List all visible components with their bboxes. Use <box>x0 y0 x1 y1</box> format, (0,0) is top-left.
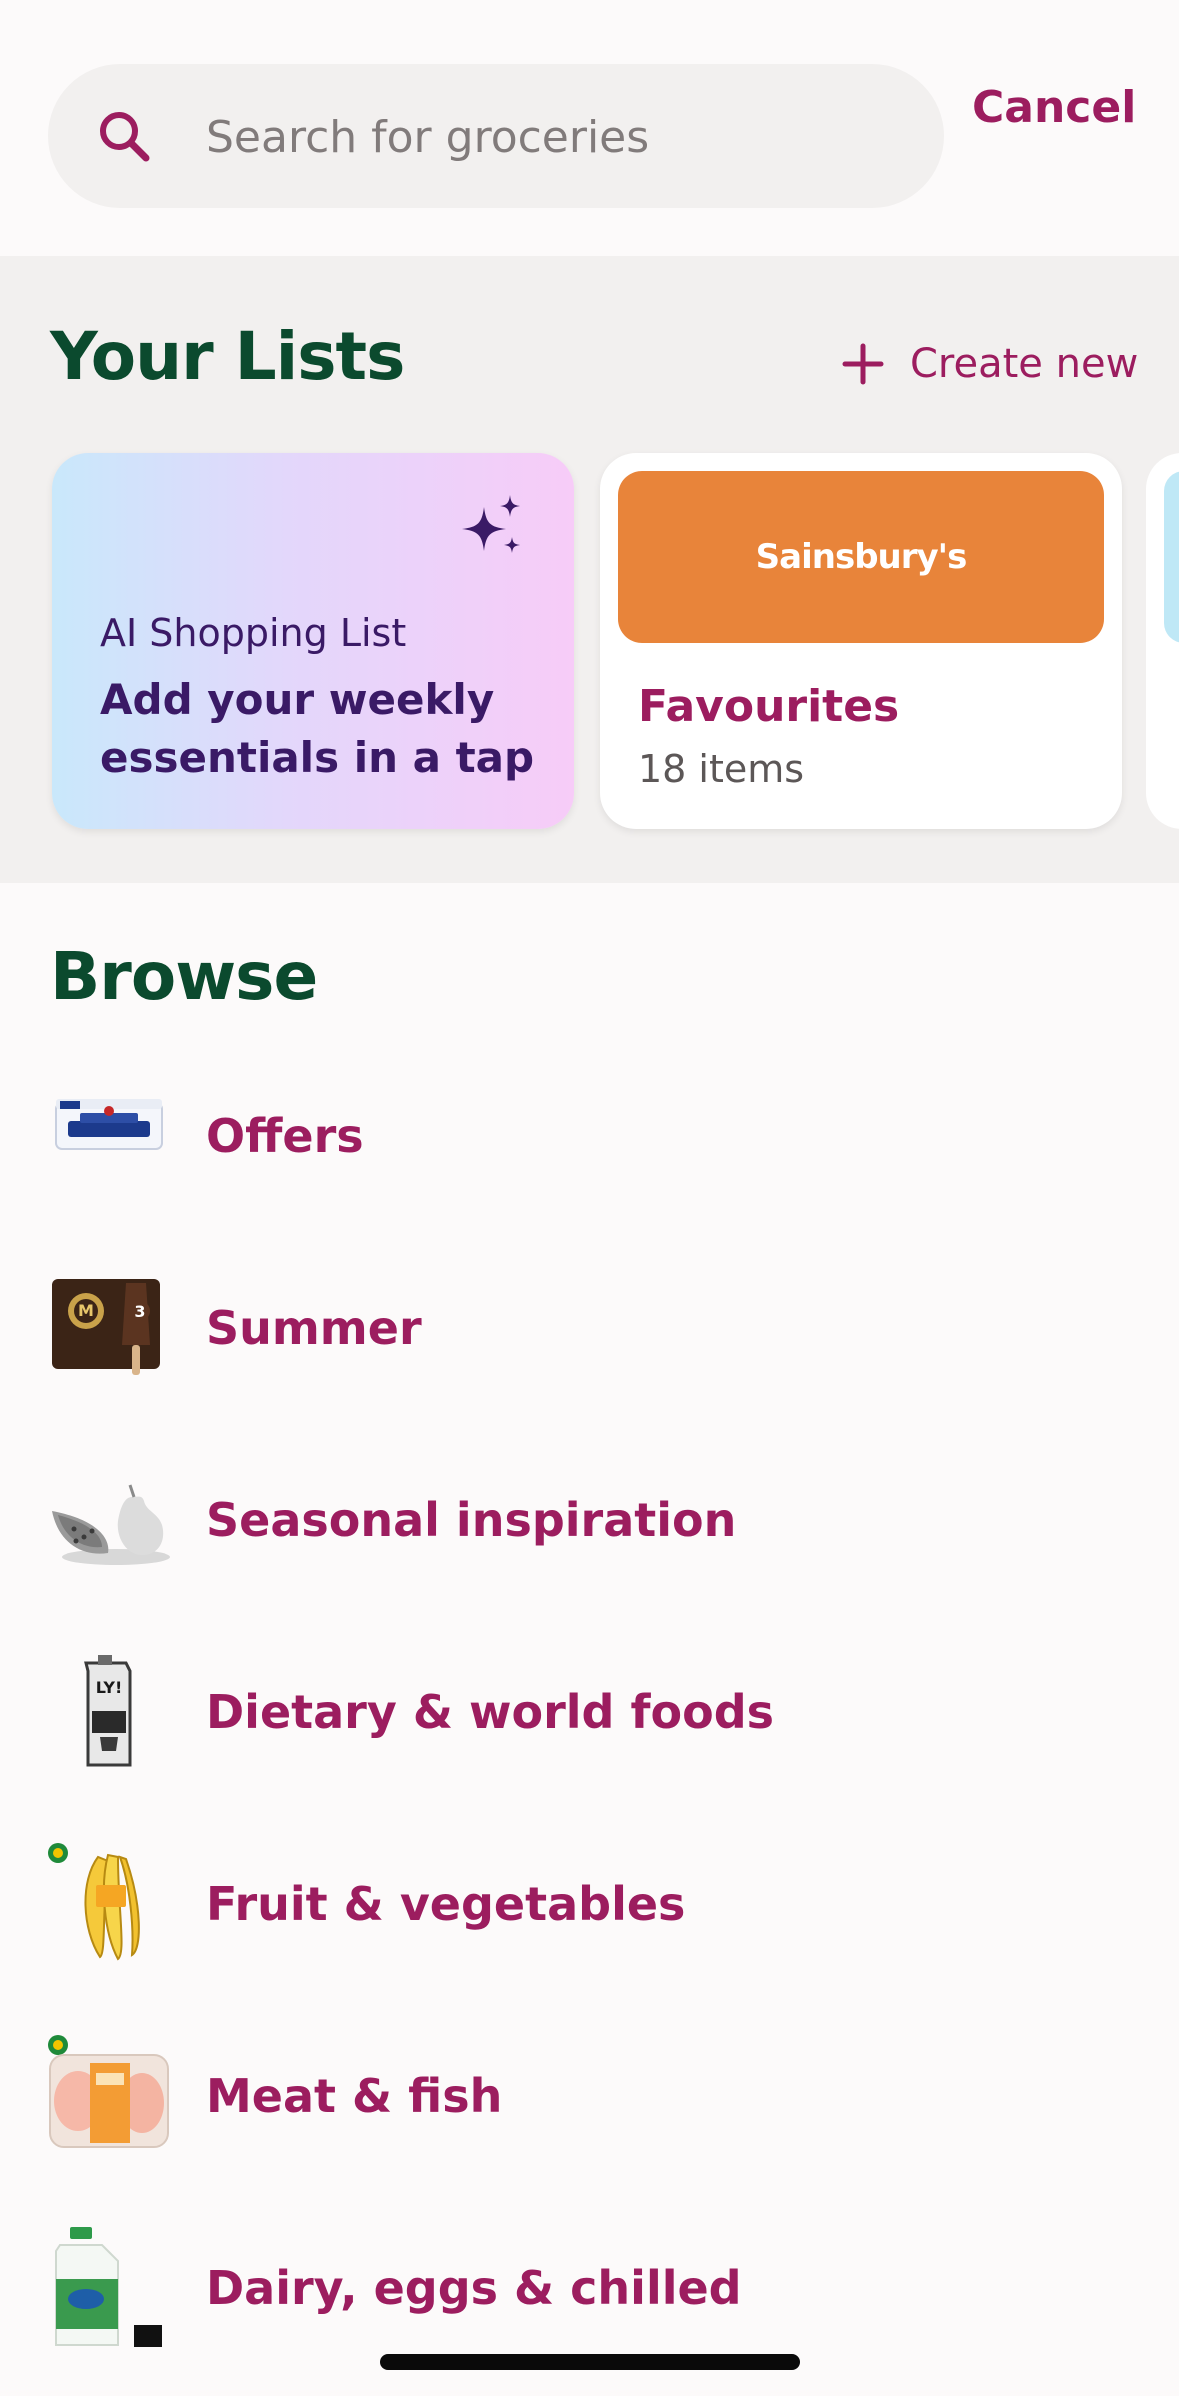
browse-item-fruit-vegetables[interactable]: Fruit & vegetables <box>0 1808 1179 2000</box>
svg-text:3: 3 <box>134 1302 145 1321</box>
browse-item-label: Dairy, eggs & chilled <box>206 2261 742 2315</box>
browse-item-label: Dietary & world foods <box>206 1685 775 1739</box>
browse-title: Browse <box>50 938 318 1015</box>
lists-section: Your Lists Create new AI Shopping List A… <box>0 256 1179 883</box>
favourites-title: Favourites <box>638 681 900 732</box>
fruit-icon <box>52 1484 170 1565</box>
browse-item-meat-fish[interactable]: Meat & fish <box>0 2000 1179 2192</box>
browse-item-label: Summer <box>206 1301 422 1355</box>
oat-milk-icon: LY! <box>84 1655 132 1767</box>
ai-shopping-list-card[interactable]: AI Shopping List Add your weekly essenti… <box>52 453 574 829</box>
bananas-icon <box>48 1843 140 1961</box>
search-bar[interactable] <box>48 64 944 208</box>
browse-item-dietary-world-foods[interactable]: LY! Dietary & world foods <box>0 1616 1179 1808</box>
cancel-button[interactable]: Cancel <box>972 78 1136 138</box>
browse-item-label: Meat & fish <box>206 2069 503 2123</box>
chicken-pack-icon <box>48 2035 169 2148</box>
search-icon <box>100 112 150 162</box>
svg-text:M: M <box>78 1301 94 1320</box>
sainsburys-logo: Sainsbury's <box>618 471 1104 643</box>
milk-bottle-icon <box>55 2227 162 2347</box>
svg-text:LY!: LY! <box>96 1678 123 1697</box>
list-card-peek[interactable] <box>1146 453 1179 829</box>
ai-card-title: AI Shopping List <box>100 611 407 655</box>
browse-item-offers[interactable]: Offers <box>0 1040 1179 1232</box>
create-new-label: Create new <box>910 341 1139 387</box>
favourites-count: 18 items <box>638 747 805 791</box>
search-input[interactable] <box>204 104 908 170</box>
browse-item-label: Offers <box>206 1109 364 1163</box>
create-new-button[interactable]: Create new <box>842 334 1138 394</box>
favourites-card[interactable]: Sainsbury's Favourites 18 items <box>600 453 1122 829</box>
list-card-peek-image <box>1164 471 1179 643</box>
ice-cream-icon: M 3 <box>52 1279 160 1375</box>
browse-item-seasonal-inspiration[interactable]: Seasonal inspiration <box>0 1424 1179 1616</box>
lists-title: Your Lists <box>50 318 405 395</box>
ai-card-subtitle: Add your weekly essentials in a tap <box>100 675 535 782</box>
sparkle-icon <box>462 495 520 553</box>
browse-item-label: Fruit & vegetables <box>206 1877 686 1931</box>
browse-item-label: Seasonal inspiration <box>206 1493 737 1547</box>
browse-item-summer[interactable]: M 3 Summer <box>0 1232 1179 1424</box>
plus-icon <box>842 343 884 385</box>
butter-tub-icon <box>55 1099 163 1150</box>
home-indicator <box>380 2354 800 2370</box>
